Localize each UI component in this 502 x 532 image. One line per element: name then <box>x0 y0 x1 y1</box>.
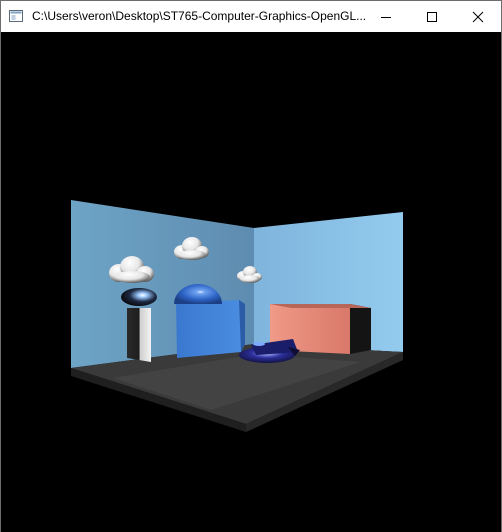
close-button[interactable] <box>455 1 501 32</box>
blue-box <box>176 300 245 358</box>
maximize-icon <box>427 11 437 22</box>
close-icon <box>472 11 484 22</box>
title-bar[interactable]: C:\Users\veron\Desktop\ST765-Computer-Gr… <box>1 1 501 32</box>
app-icon <box>9 9 23 22</box>
scene-render <box>71 200 403 432</box>
app-window: C:\Users\veron\Desktop\ST765-Computer-Gr… <box>0 0 502 532</box>
window-title: C:\Users\veron\Desktop\ST765-Computer-Gr… <box>32 9 367 23</box>
maximize-button[interactable] <box>409 1 455 32</box>
opengl-viewport[interactable] <box>1 32 501 532</box>
minimize-button[interactable] <box>363 1 409 32</box>
minimize-icon <box>381 16 391 18</box>
